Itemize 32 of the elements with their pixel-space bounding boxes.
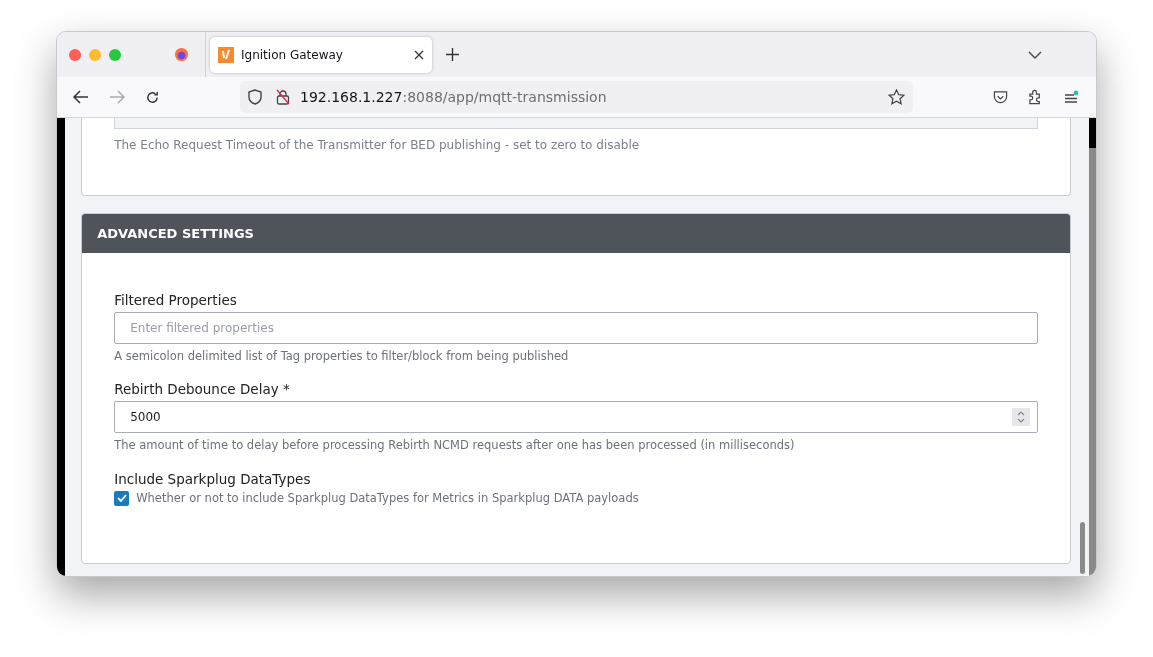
browser-logo-icon	[174, 47, 189, 62]
scrollbar-thumb[interactable]	[1080, 522, 1086, 574]
field-description: Whether or not to include Sparkplug DataTypes for Metrics in Sparkplug DATA payloads	[136, 489, 639, 507]
field-description: The Echo Request Timeout of the Transmitter for BED publishing - set to zero to disable	[114, 137, 641, 154]
menu-icon[interactable]	[1063, 90, 1079, 104]
reload-icon[interactable]	[145, 89, 160, 105]
field-label: Rebirth Debounce Delay *	[114, 380, 291, 400]
input-field[interactable]	[114, 118, 1039, 129]
pocket-icon[interactable]	[993, 90, 1008, 104]
field-description: The amount of time to delay before processing Rebirth NCMD requests after one has been processed (in milliseconds)	[114, 437, 796, 455]
input-field[interactable]: Enter filtered properties	[114, 312, 1039, 344]
address-bar[interactable]: 192.168.1.227:8088/app/mqtt-transmission	[240, 81, 913, 113]
close-icon[interactable]	[414, 49, 424, 60]
star-icon[interactable]	[888, 89, 905, 105]
new-tab-plus-icon[interactable]	[446, 48, 459, 61]
stepper-icon[interactable]	[1012, 408, 1031, 427]
puzzle-piece-icon[interactable]	[1028, 89, 1043, 105]
site-logo-icon	[218, 46, 234, 63]
browser-tab[interactable]: Ignition Gateway	[210, 36, 432, 73]
back-arrow-icon[interactable]	[73, 90, 89, 104]
field-label: Filtered Properties	[114, 291, 238, 310]
tab-title: Ignition Gateway	[241, 46, 343, 64]
checkbox[interactable]	[114, 490, 130, 506]
shield-icon	[248, 89, 262, 105]
close-window-button[interactable]	[69, 48, 81, 61]
input-field[interactable]: 5000	[114, 401, 1039, 434]
field-description: A semicolon delimited list of Tag properties to filter/block from being published	[114, 348, 570, 365]
url-text: 192.168.1.227:8088/app/mqtt-transmission	[300, 87, 607, 107]
chevron-down-icon[interactable]	[1028, 50, 1042, 59]
section-title: ADVANCED SETTINGS	[97, 224, 254, 243]
field-label: Include Sparkplug DataTypes	[114, 469, 312, 489]
crossed-lock-icon	[276, 89, 290, 105]
